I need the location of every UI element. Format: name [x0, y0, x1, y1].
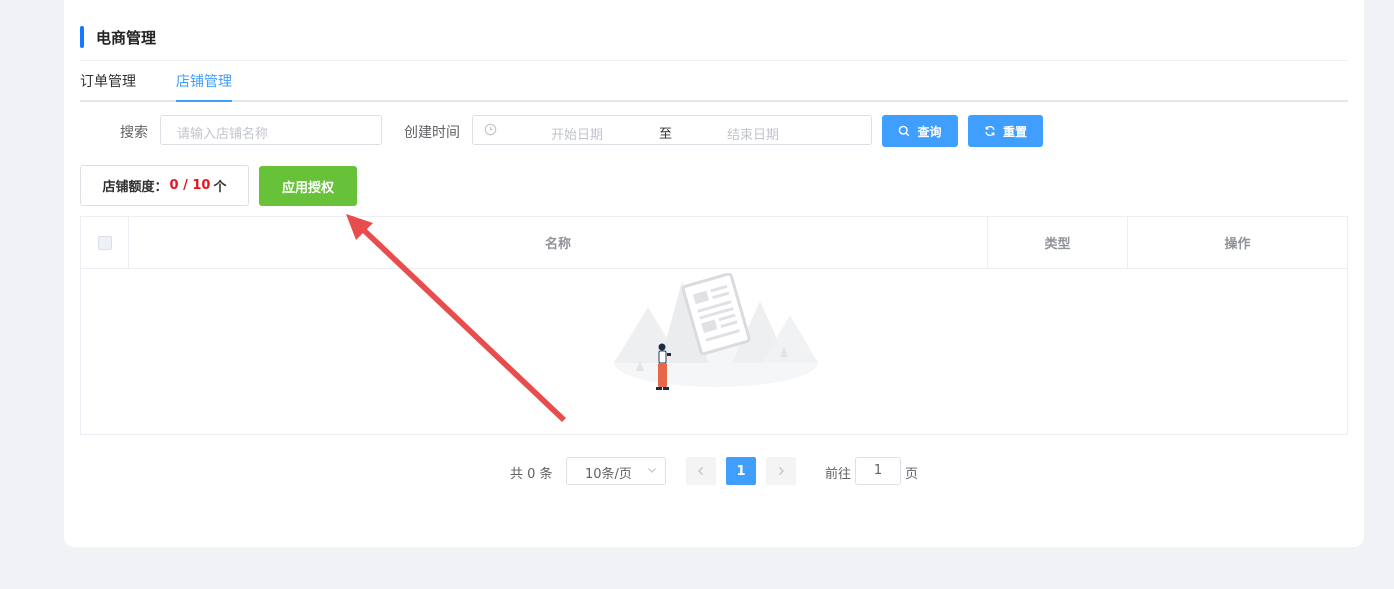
- page-size-value: 10条/页: [585, 467, 632, 482]
- next-page-button[interactable]: [766, 457, 796, 485]
- goto-suffix: 页: [905, 467, 919, 482]
- start-date-input[interactable]: 开始日期: [551, 124, 603, 143]
- chevron-left-icon: [698, 467, 703, 475]
- active-tab-indicator: [176, 100, 232, 102]
- chevron-right-icon: [779, 467, 784, 475]
- pagination: 共 0 条 10条/页 1 前往 1 页: [64, 457, 1364, 485]
- end-date-input[interactable]: 结束日期: [727, 124, 779, 143]
- header-checkbox-cell: [81, 217, 129, 268]
- column-name: 名称: [129, 217, 988, 268]
- divider: [80, 60, 1348, 61]
- range-separator: 至: [659, 127, 673, 142]
- total-count: 共 0 条: [510, 467, 553, 482]
- table-header: 名称 类型 操作: [81, 217, 1347, 269]
- reset-button[interactable]: 重置: [968, 115, 1043, 147]
- page-number-current[interactable]: 1: [726, 457, 756, 485]
- goto-page-input[interactable]: 1: [855, 457, 901, 485]
- select-all-checkbox[interactable]: [97, 235, 112, 250]
- column-type: 类型: [988, 217, 1128, 268]
- section-header: 电商管理: [80, 24, 156, 50]
- tab-order-management[interactable]: 订单管理: [80, 71, 136, 91]
- tab-shop-management[interactable]: 店铺管理: [176, 71, 232, 91]
- reset-button-label: 重置: [1002, 124, 1027, 139]
- date-range-picker[interactable]: 开始日期 至 结束日期: [472, 115, 872, 145]
- query-button-label: 查询: [917, 124, 942, 139]
- goto-prefix: 前往: [825, 467, 852, 482]
- created-time-label: 创建时间: [404, 125, 460, 141]
- refresh-icon: [985, 126, 995, 136]
- quota-value: 0 / 10: [169, 178, 211, 193]
- tab-bar: 订单管理 店铺管理: [80, 62, 1348, 102]
- shop-name-search-input[interactable]: 请输入店铺名称: [160, 115, 382, 145]
- quota-label: 店铺额度：: [102, 180, 168, 195]
- header-accent-bar: [80, 26, 84, 48]
- shop-table: 名称 类型 操作: [80, 216, 1348, 435]
- chevron-down-icon: [648, 468, 656, 473]
- column-actions: 操作: [1224, 237, 1251, 252]
- search-label: 搜索: [120, 125, 148, 141]
- shop-quota-box: 店铺额度： 0 / 10 个: [80, 165, 249, 206]
- empty-state-illustration: [612, 272, 822, 402]
- query-button[interactable]: 查询: [882, 115, 958, 147]
- prev-page-button[interactable]: [686, 457, 716, 485]
- page-size-select[interactable]: 10条/页: [566, 457, 666, 485]
- page-title: 电商管理: [96, 28, 157, 47]
- quota-unit: 个: [213, 180, 227, 195]
- search-icon: [899, 125, 910, 137]
- clock-icon: [484, 123, 497, 140]
- main-card: 电商管理 订单管理 店铺管理 搜索 请输入店铺名称 创建时间 开始日期 至 结束…: [64, 0, 1364, 547]
- apply-authorization-button[interactable]: 应用授权: [259, 166, 357, 206]
